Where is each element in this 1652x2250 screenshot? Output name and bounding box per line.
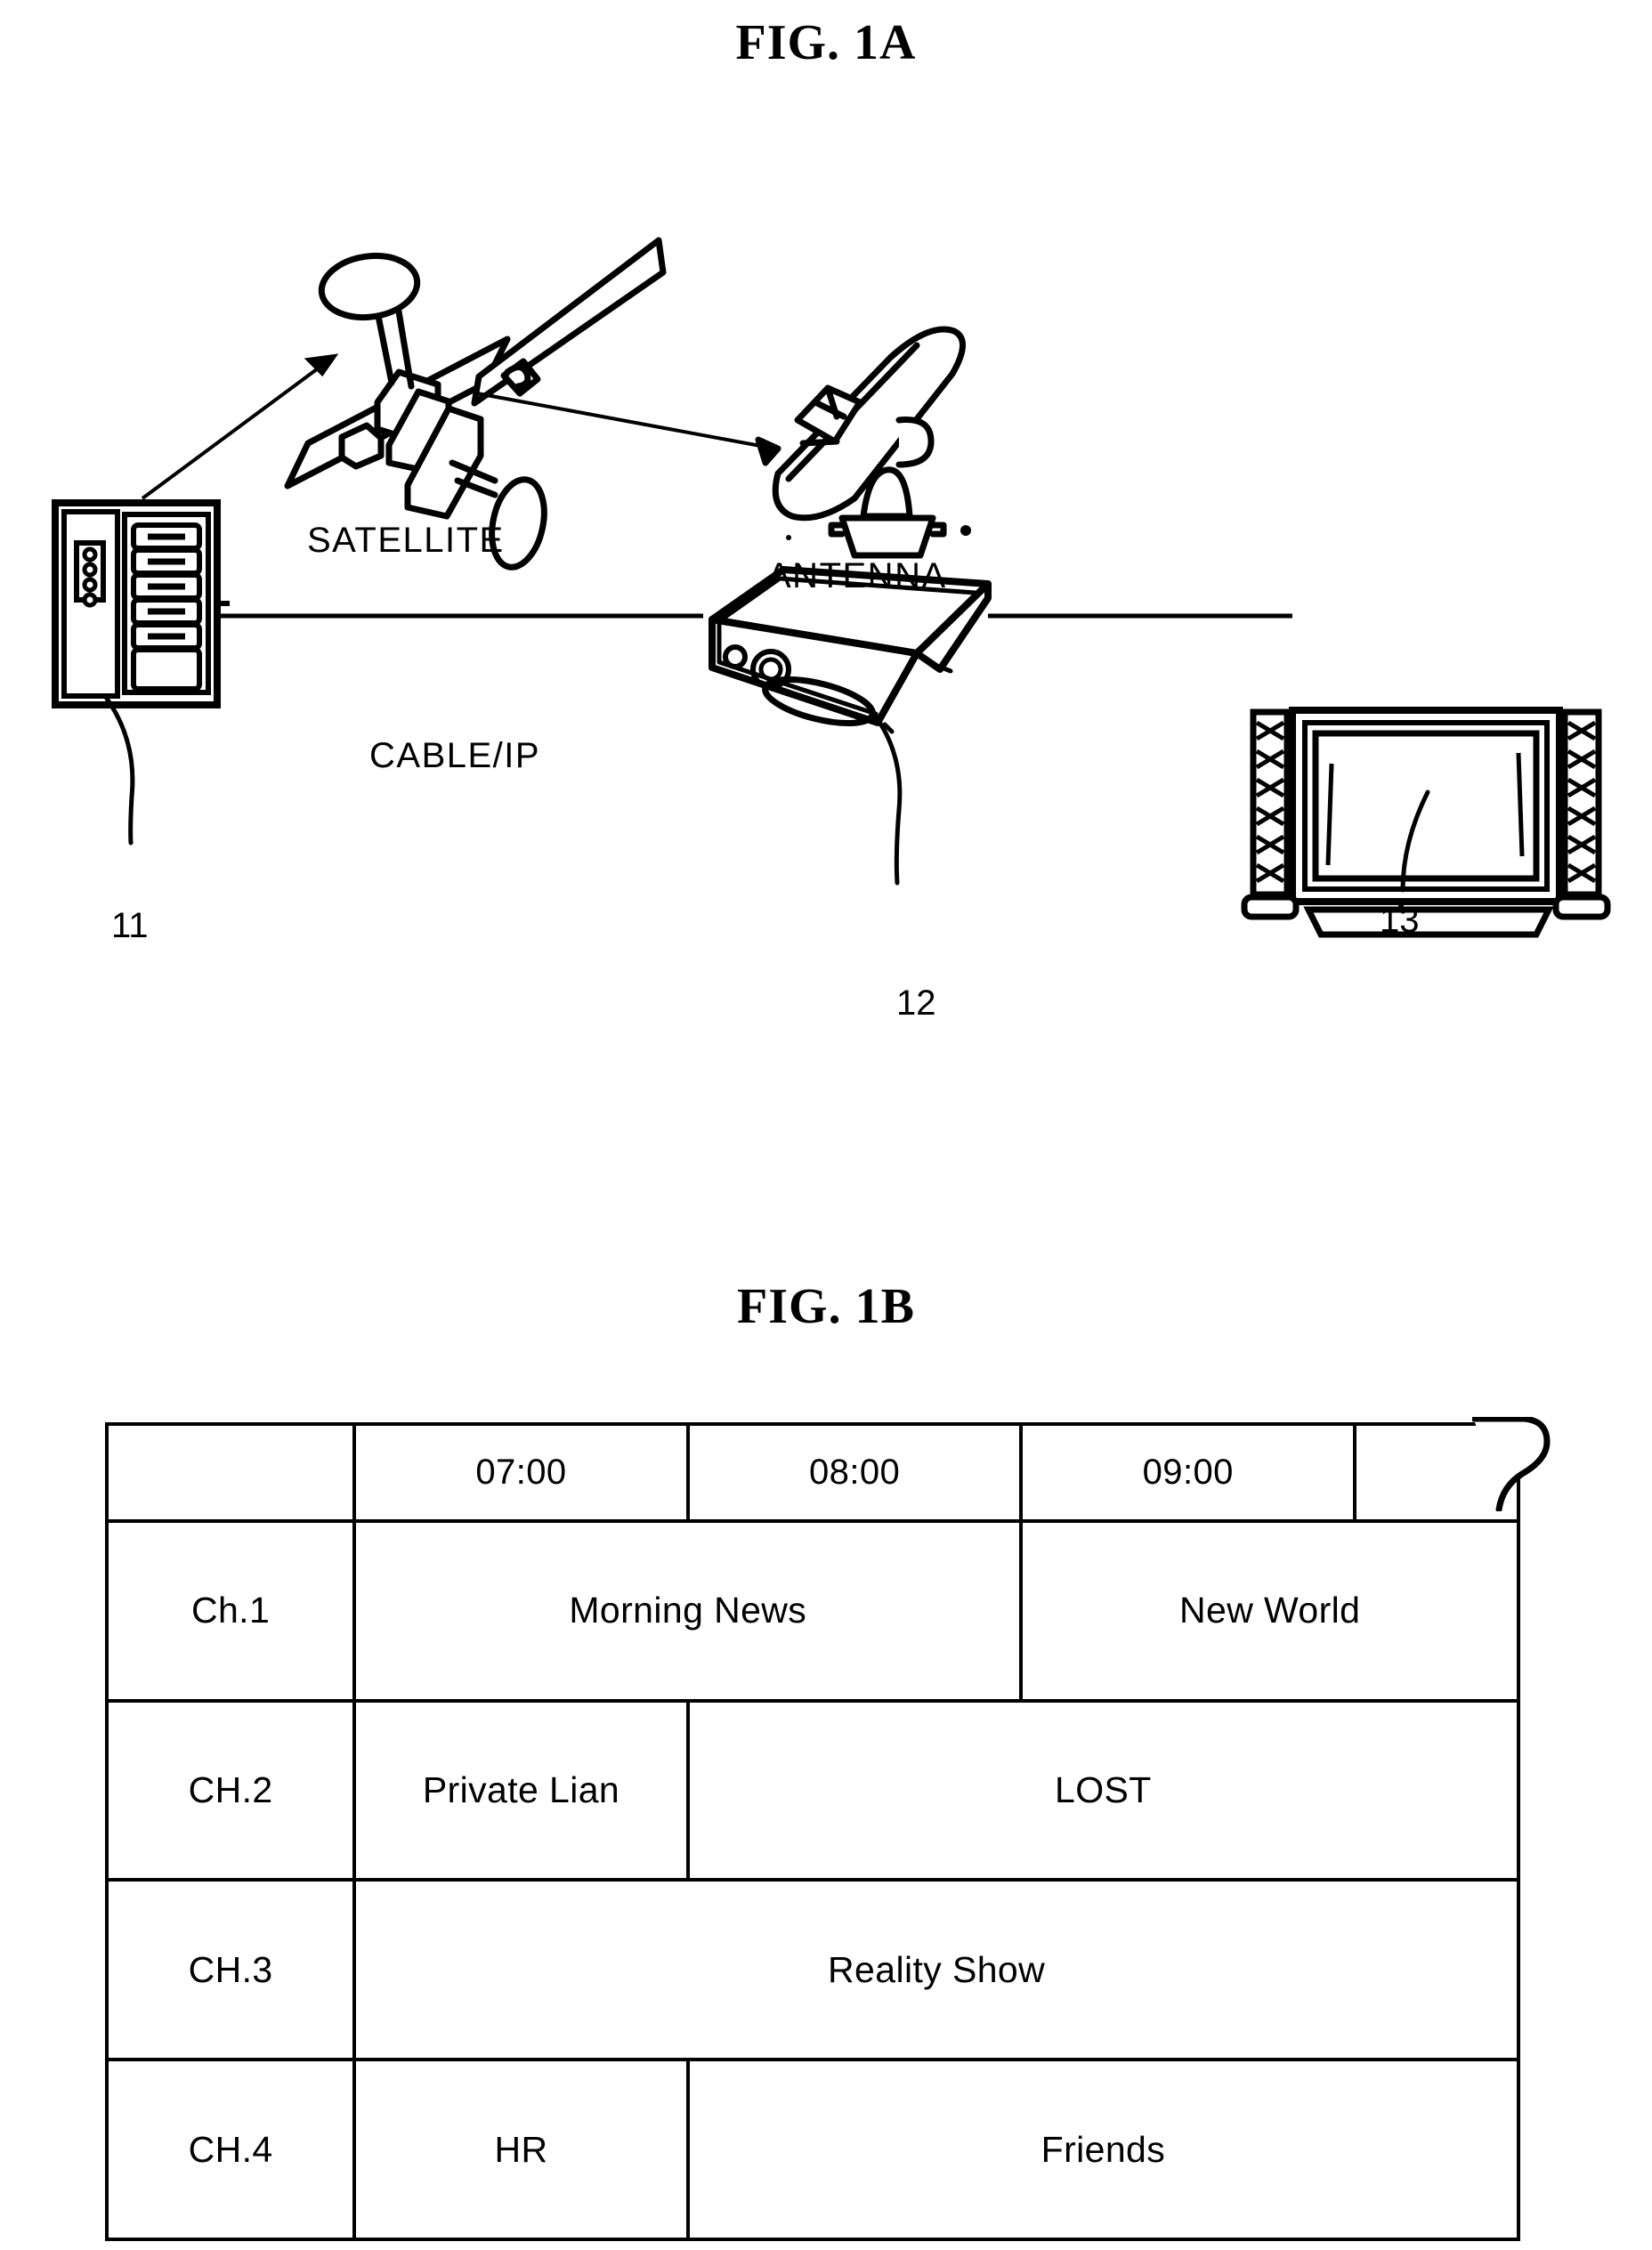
- epg-table-wrapper: 07:00 08:00 09:00 Ch.1 Morning News New …: [104, 1417, 1551, 2250]
- right-speaker-icon: [1552, 708, 1611, 920]
- electronic-program-guide-table: 07:00 08:00 09:00 Ch.1 Morning News New …: [104, 1422, 1521, 2241]
- epg-channel-label: CH.2: [104, 1698, 357, 1882]
- epg-header-row: 07:00 08:00 09:00: [104, 1422, 1520, 1523]
- television-icon: [1289, 707, 1563, 938]
- epg-channel-label: CH.3: [104, 1878, 357, 2062]
- epg-header-time-0900: 09:00: [1019, 1422, 1357, 1523]
- figure-1a-title: FIG. 1A: [735, 15, 917, 70]
- epg-header-trailing-cell: [1353, 1422, 1520, 1523]
- cable-ip-label: CABLE/IP: [369, 736, 541, 775]
- epg-channel-label: CH.4: [104, 2058, 357, 2241]
- epg-program-cell[interactable]: HR: [352, 2058, 690, 2241]
- antenna-label: ANTENNA: [767, 556, 947, 595]
- epg-row-ch1: Ch.1 Morning News New World: [104, 1518, 1520, 1703]
- epg-channel-label: Ch.1: [104, 1518, 357, 1703]
- reference-numeral-12: 12: [896, 983, 936, 1023]
- epg-program-cell[interactable]: LOST: [685, 1698, 1521, 1882]
- epg-row-ch4: CH.4 HR Friends: [104, 2058, 1521, 2241]
- epg-program-cell[interactable]: Reality Show: [352, 1878, 1520, 2062]
- epg-program-cell[interactable]: Friends: [685, 2058, 1521, 2241]
- leader-lines: [104, 696, 1430, 893]
- figure-1b-title: FIG. 1B: [737, 1279, 915, 1334]
- reference-numeral-13: 13: [1380, 901, 1420, 940]
- left-speaker-icon: [1241, 708, 1300, 920]
- epg-header-corner-cell: [104, 1422, 357, 1523]
- antenna-icon: [755, 326, 971, 559]
- headend-server-icon: [52, 499, 230, 708]
- epg-program-cell[interactable]: New World: [1019, 1518, 1520, 1703]
- reference-numeral-11: 11: [111, 906, 149, 945]
- epg-header-time-0800: 08:00: [685, 1422, 1024, 1523]
- figure-1a-drawing: SATELLITE ANTENNA CABLE/IP 11 12 13: [0, 89, 1652, 1023]
- epg-program-cell[interactable]: Private Lian: [352, 1698, 690, 1882]
- epg-row-ch3: CH.3 Reality Show: [104, 1878, 1520, 2062]
- satellite-label: SATELLITE: [307, 521, 505, 560]
- epg-row-ch2: CH.2 Private Lian LOST: [104, 1698, 1521, 1882]
- epg-program-cell[interactable]: Morning News: [352, 1518, 1024, 1703]
- epg-header-time-0700: 07:00: [352, 1422, 690, 1523]
